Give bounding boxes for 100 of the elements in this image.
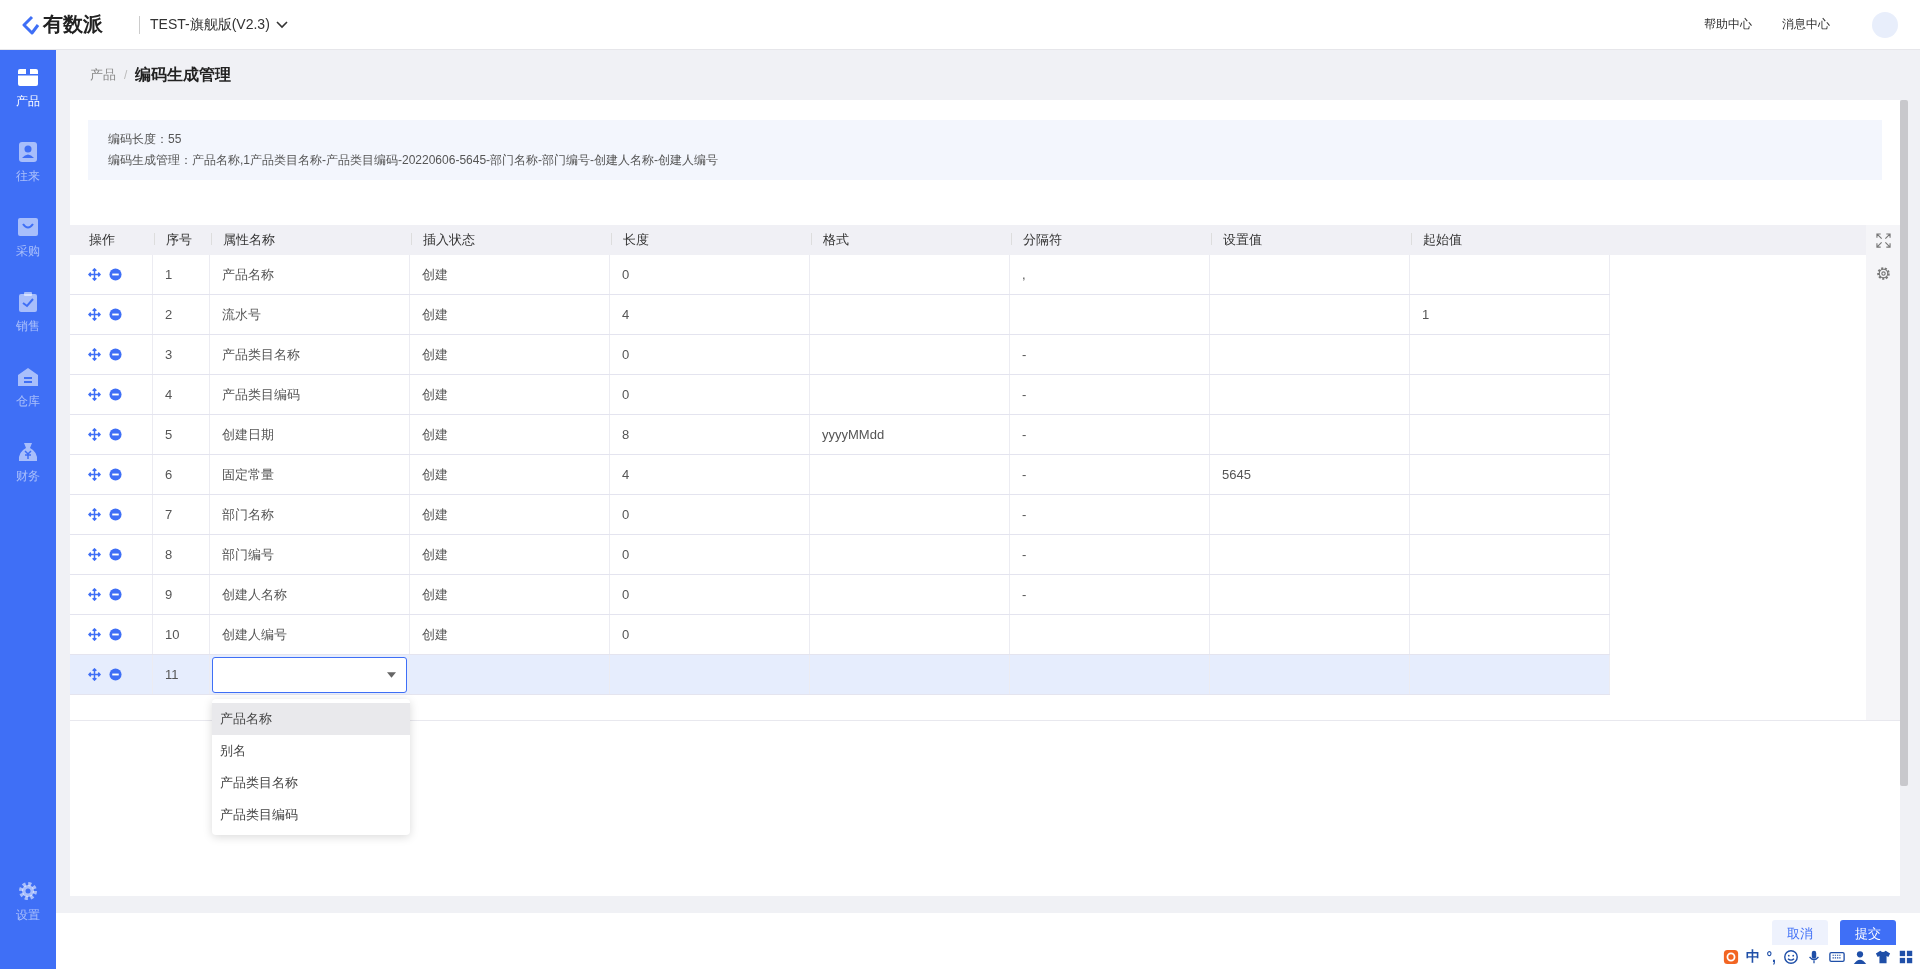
move-icon[interactable] [88,508,101,521]
table-cell: - [1022,507,1027,522]
move-icon[interactable] [88,628,101,641]
table-cell: - [1022,467,1027,482]
ime-punctuation[interactable]: °, [1766,949,1776,965]
table-row[interactable]: 3 产品类目名称 创建 0 - [70,335,1610,375]
table-cell: 4 [622,467,630,482]
info-text: 编码生成管理：产品名称,1产品类目名称-产品类目编码-20220606-5645-部门名称-部门编号-创建人名称-创建人编号 [108,152,720,169]
move-icon[interactable] [88,548,101,561]
remove-icon[interactable] [109,548,122,561]
brand-name: 有数派 [43,12,103,37]
cancel-button[interactable]: 取消 [1772,920,1828,948]
table-cell: yyyyMMdd [822,427,885,442]
move-icon[interactable] [88,268,101,281]
table-cell: 创建 [422,385,448,404]
remove-icon[interactable] [109,308,122,321]
caret-icon [387,671,396,678]
remove-icon[interactable] [109,388,122,401]
scrollbar[interactable] [1900,100,1908,786]
move-icon[interactable] [88,468,101,481]
table-cell: 10 [165,627,180,642]
dropdown-option[interactable]: 产品类目名称 [212,767,410,799]
remove-icon[interactable] [109,628,122,641]
select-field[interactable] [212,656,407,693]
ime-logo-icon[interactable] [1722,949,1739,965]
box-icon [17,66,39,88]
column-header: 序号 [166,232,192,247]
dropdown-option[interactable]: 产品类目编码 [212,799,410,831]
sidebar-item[interactable]: 产品 [0,66,56,110]
table-cell: 创建 [422,345,448,364]
page-title: 编码生成管理 [135,64,232,85]
table-cell: 产品类目编码 [222,385,300,404]
remove-icon[interactable] [109,348,122,361]
table-cell: 创建 [422,505,448,524]
microphone-icon[interactable] [1806,949,1822,965]
table-cell: 创建人名称 [222,585,287,604]
column-header: 操作 [89,232,115,247]
submit-button[interactable]: 提交 [1840,920,1896,948]
table-cell: - [1022,427,1027,442]
dropdown-option[interactable]: 别名 [212,735,410,767]
settings-icon[interactable] [1875,266,1891,281]
remove-icon[interactable] [109,668,122,681]
table-cell: 创建 [422,465,448,484]
table-cell: - [1022,387,1027,402]
header-link[interactable]: 消息中心 [1782,16,1830,33]
table-cell: 0 [622,507,630,522]
column-header: 长度 [623,232,649,247]
warehouse-icon [17,366,39,388]
table-cell: 产品类目名称 [222,345,300,364]
column-header: 格式 [823,232,849,247]
column-header: 插入状态 [423,232,475,247]
table-cell: 创建 [422,265,448,284]
move-icon[interactable] [88,668,101,681]
table-cell: 创建日期 [222,425,274,444]
shirt-icon[interactable] [1875,949,1891,965]
header-link[interactable]: 帮助中心 [1704,16,1752,33]
person-icon[interactable] [1852,949,1868,965]
remove-icon[interactable] [109,428,122,441]
grid-icon[interactable] [1898,949,1914,965]
remove-icon[interactable] [109,508,122,521]
table-row[interactable]: 11 [70,655,1610,695]
table-row[interactable]: 8 部门编号 创建 0 - [70,535,1610,575]
fullscreen-icon[interactable] [1875,233,1891,248]
table-cell: 9 [165,587,173,602]
table-row[interactable]: 1 产品名称 创建 0 , [70,255,1610,295]
table-row[interactable]: 2 流水号 创建 4 1 [70,295,1610,335]
remove-icon[interactable] [109,588,122,601]
table-cell: 0 [622,267,630,282]
table-row[interactable]: 4 产品类目编码 创建 0 - [70,375,1610,415]
workspace-dropdown[interactable]: TEST-旗舰版(V2.3) [150,15,288,34]
table-cell: 4 [622,307,630,322]
move-icon[interactable] [88,428,101,441]
ime-mode[interactable]: 中 [1745,948,1760,966]
move-icon[interactable] [88,588,101,601]
breadcrumb-separator: / [124,68,128,82]
table-row[interactable]: 5 创建日期 创建 8 yyyyMMdd - [70,415,1610,455]
dropdown-option[interactable]: 产品名称 [212,703,410,735]
remove-icon[interactable] [109,468,122,481]
table-cell: 6 [165,467,173,482]
move-icon[interactable] [88,388,101,401]
table-cell: 3 [165,347,173,362]
table-row[interactable]: 7 部门名称 创建 0 - [70,495,1610,535]
table-cell: 7 [165,507,173,522]
table-cell: 固定常量 [222,465,274,484]
table-cell: 创建人编号 [222,625,287,644]
table-row[interactable]: 6 固定常量 创建 4 - 5645 [70,455,1610,495]
table-row[interactable]: 9 创建人名称 创建 0 - [70,575,1610,615]
smiley-icon[interactable] [1783,949,1799,965]
keyboard-icon[interactable] [1829,949,1845,965]
table-cell: 0 [622,587,630,602]
table-cell: 8 [622,427,630,442]
remove-icon[interactable] [109,268,122,281]
table-cell: 部门名称 [222,505,274,524]
move-icon[interactable] [88,348,101,361]
table-cell: 0 [622,347,630,362]
money-bag-icon [17,441,39,463]
table-cell: 5 [165,427,173,442]
column-header: 分隔符 [1023,232,1062,247]
table-cell: 0 [622,387,630,402]
move-icon[interactable] [88,308,101,321]
